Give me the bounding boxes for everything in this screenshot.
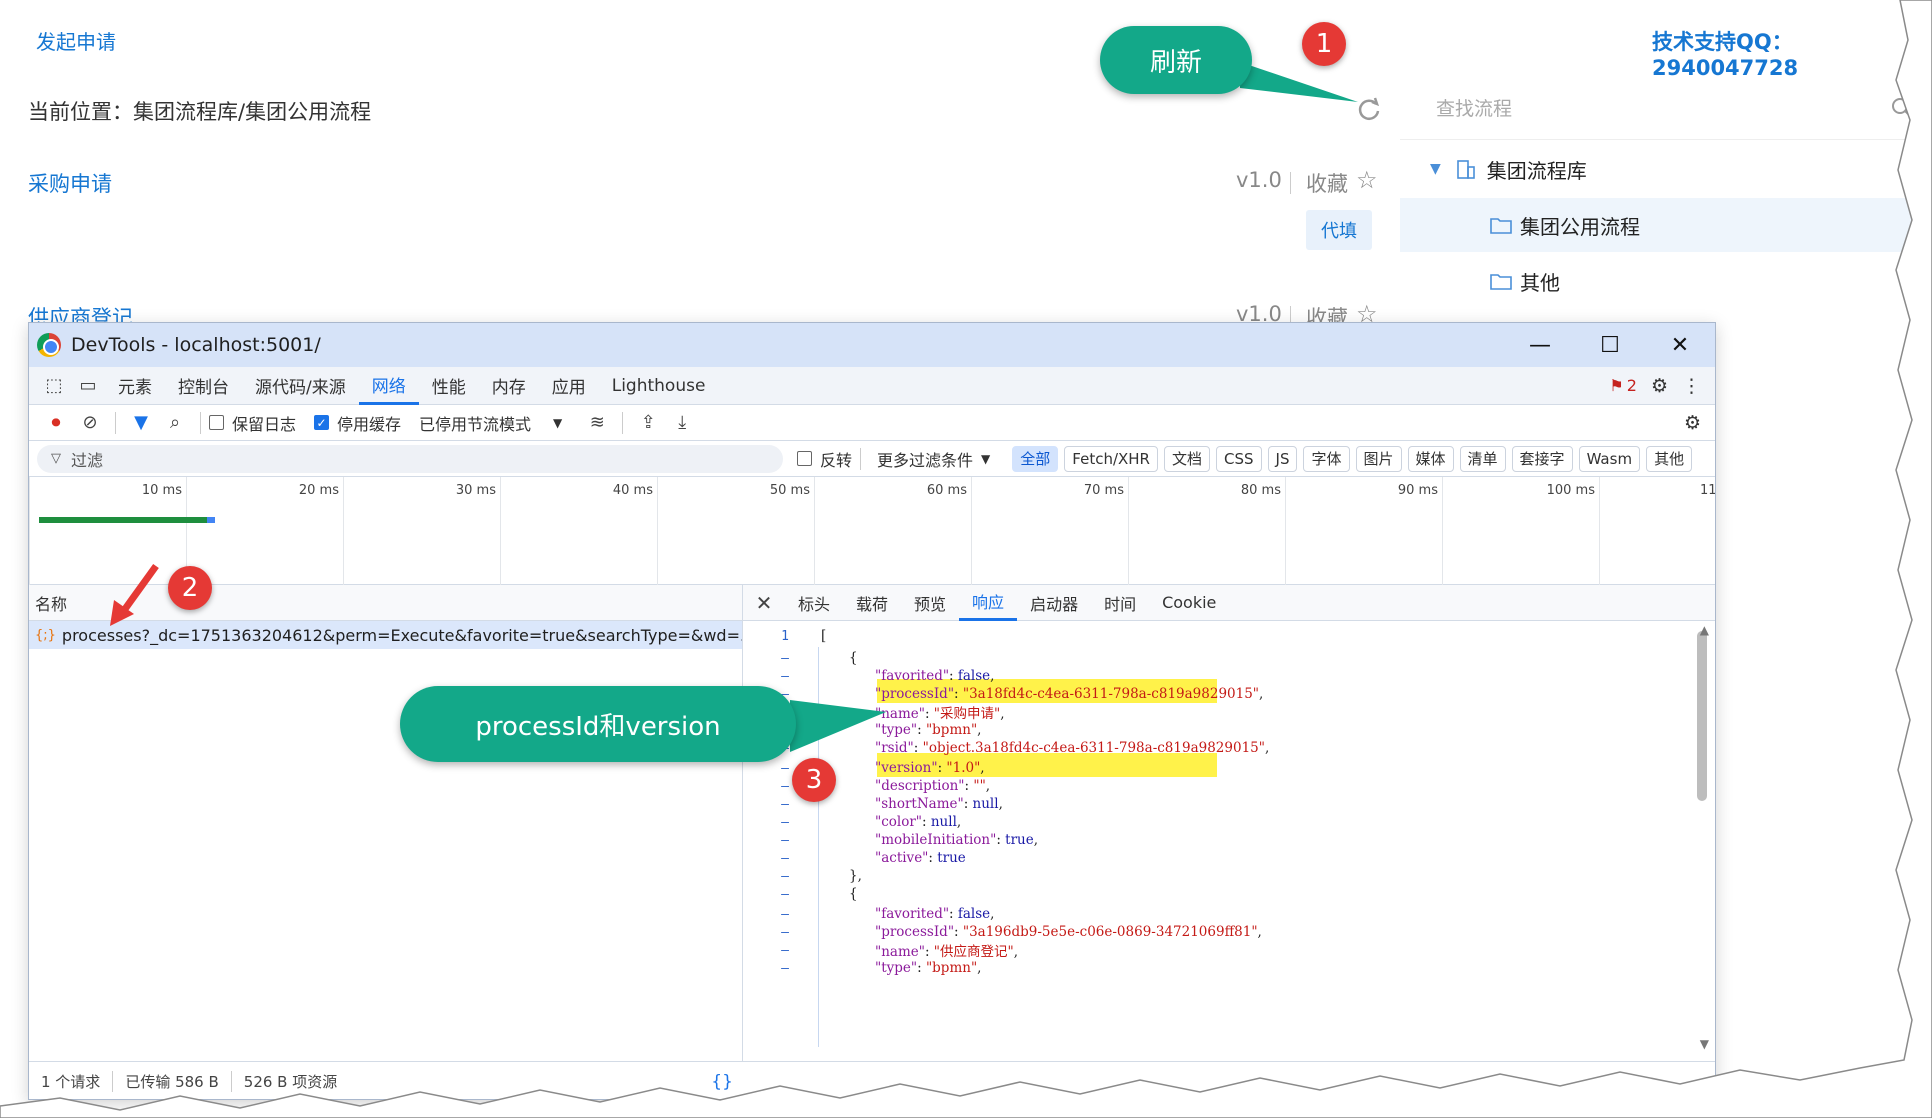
screenshot-root: 发起申请 当前位置：集团流程库/集团公用流程 技术支持QQ：2940047728… <box>0 0 1932 1118</box>
torn-edge-effect <box>0 0 1932 1118</box>
